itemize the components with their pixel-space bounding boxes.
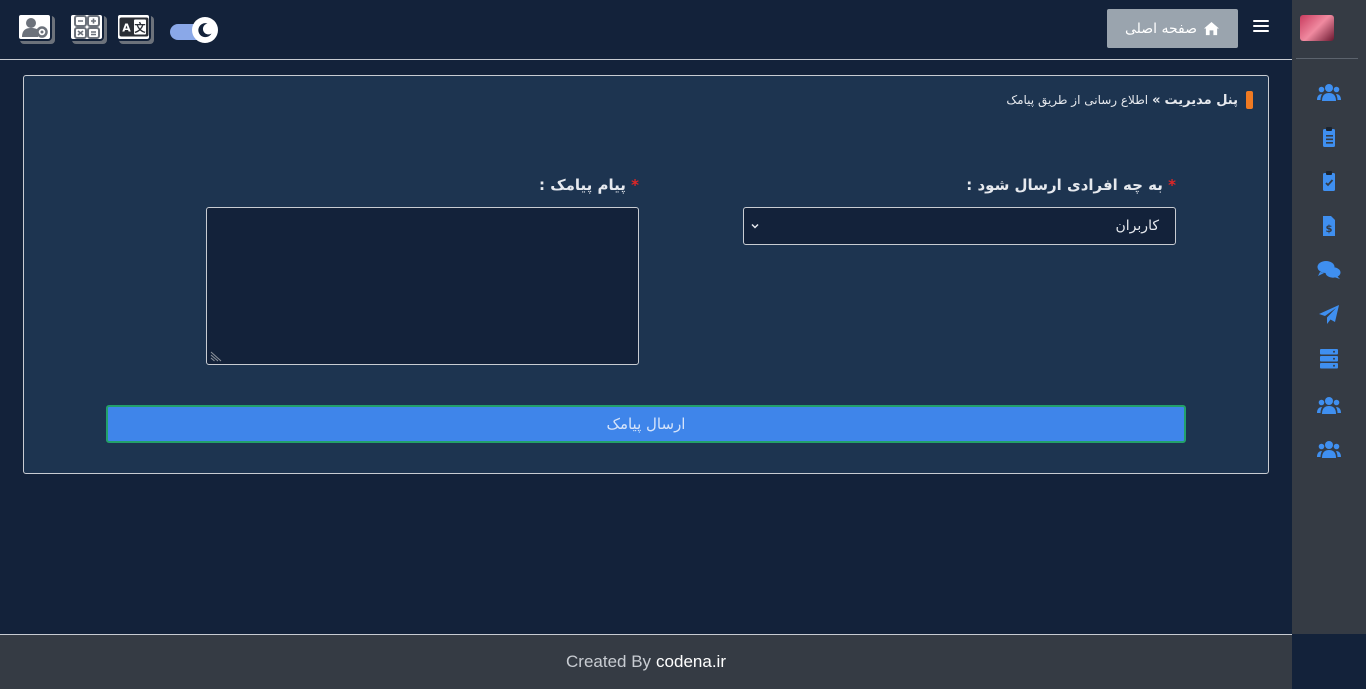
home-button[interactable]: صفحه اصلی xyxy=(1107,9,1238,48)
breadcrumb-separator: » xyxy=(1152,92,1161,108)
paper-plane-icon xyxy=(1319,305,1339,324)
home-button-label: صفحه اصلی xyxy=(1124,20,1198,37)
message-textarea[interactable] xyxy=(206,207,639,365)
chevron-down-icon xyxy=(751,223,759,229)
sidebar-item-users-group[interactable] xyxy=(1316,394,1342,416)
footer-prefix: Created By xyxy=(566,652,652,671)
users-group-icon xyxy=(1317,397,1341,414)
recipients-select[interactable]: کاربران xyxy=(743,207,1176,245)
breadcrumb-current: اطلاع رسانی از طریق پیامک xyxy=(1006,93,1149,107)
footer-brand-link[interactable]: codena.ir xyxy=(656,652,726,672)
home-icon xyxy=(1204,21,1220,36)
breadcrumb-marker xyxy=(1246,91,1253,109)
calculator-icon[interactable] xyxy=(69,13,107,45)
avatar[interactable] xyxy=(1300,15,1334,41)
sidebar-item-clipboard-list[interactable] xyxy=(1316,126,1342,148)
moon-icon xyxy=(192,17,218,43)
required-mark: * xyxy=(631,176,639,194)
svg-text:A: A xyxy=(122,22,131,35)
sidebar-item-send[interactable] xyxy=(1316,304,1342,326)
sidebar-item-invoice[interactable]: $ xyxy=(1316,215,1342,237)
users-alt-icon xyxy=(1317,441,1341,458)
sidebar-item-clipboard-check[interactable] xyxy=(1316,170,1342,192)
server-icon xyxy=(1320,349,1338,369)
breadcrumb: پنل مدیریت » اطلاع رسانی از طریق پیامک xyxy=(1006,91,1238,109)
svg-text:$: $ xyxy=(1326,224,1333,235)
invoice-dollar-icon: $ xyxy=(1323,216,1335,236)
comments-icon xyxy=(1317,261,1341,279)
sidebar-item-server[interactable] xyxy=(1316,348,1342,370)
clipboard-list-icon xyxy=(1323,127,1335,147)
send-sms-button-label: ارسال پیامک xyxy=(606,415,686,433)
svg-text:文: 文 xyxy=(134,21,146,35)
send-sms-button[interactable]: ارسال پیامک xyxy=(106,405,1186,443)
recipients-label: * به چه افرادی ارسال شود : xyxy=(966,176,1176,194)
footer: Created By codena.ir xyxy=(0,634,1292,689)
user-settings-icon[interactable] xyxy=(17,13,55,45)
top-bar: A 文 صفحه اصلی xyxy=(0,0,1292,60)
sidebar-divider xyxy=(1296,58,1358,59)
message-label: * پیام پیامک : xyxy=(539,176,639,194)
sidebar-item-comments[interactable] xyxy=(1316,259,1342,281)
hamburger-icon[interactable] xyxy=(1253,20,1269,34)
breadcrumb-root[interactable]: پنل مدیریت xyxy=(1165,93,1239,108)
message-label-text: پیام پیامک : xyxy=(539,176,626,194)
sidebar-item-users-alt[interactable] xyxy=(1316,438,1342,460)
translate-icon[interactable]: A 文 xyxy=(116,13,154,45)
recipients-label-text: به چه افرادی ارسال شود : xyxy=(966,176,1163,194)
clipboard-check-icon xyxy=(1323,171,1335,191)
required-mark: * xyxy=(1168,176,1176,194)
recipients-select-value: کاربران xyxy=(1115,218,1159,234)
users-icon xyxy=(1317,84,1341,101)
footer-side-filler xyxy=(1292,634,1366,689)
sidebar-item-users[interactable] xyxy=(1316,81,1342,103)
resize-grip-icon[interactable] xyxy=(209,350,223,362)
theme-toggle[interactable] xyxy=(170,17,218,43)
